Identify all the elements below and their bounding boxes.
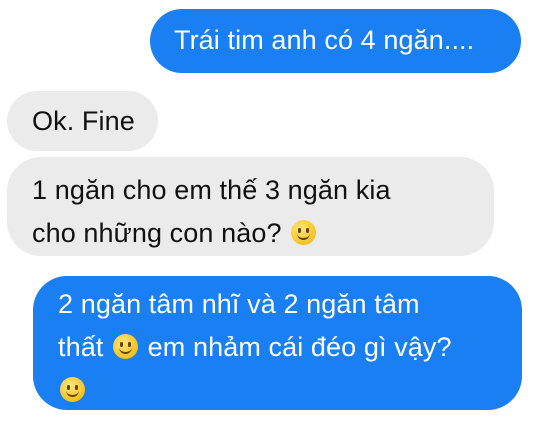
- smiley-emoji-icon: [113, 334, 139, 359]
- message-text: 2 ngăn tâm nhĩ và 2 ngăn tâm: [58, 289, 420, 319]
- message-text: Ok. Fine: [32, 106, 135, 136]
- message-text: thất: [58, 332, 104, 362]
- sent-message-bubble: Trái tim anh có 4 ngăn....: [150, 9, 521, 73]
- received-message-bubble: 1 ngăn cho em thế 3 ngăn kia cho những c…: [7, 157, 494, 256]
- received-message-bubble: Ok. Fine: [7, 91, 158, 151]
- message-text: cho những con nào?: [32, 218, 282, 248]
- sent-message-bubble: 2 ngăn tâm nhĩ và 2 ngăn tâm thất em nhả…: [33, 276, 522, 410]
- message-text: Trái tim anh có 4 ngăn....: [174, 25, 475, 55]
- smiley-emoji-icon: [60, 377, 85, 402]
- message-text: em nhảm cái đéo gì vậy?: [147, 332, 452, 362]
- smiley-emoji-icon: [291, 220, 317, 245]
- chat-thread: Trái tim anh có 4 ngăn.... Ok. Fine 1 ng…: [0, 0, 534, 427]
- message-text: 1 ngăn cho em thế 3 ngăn kia: [32, 175, 391, 205]
